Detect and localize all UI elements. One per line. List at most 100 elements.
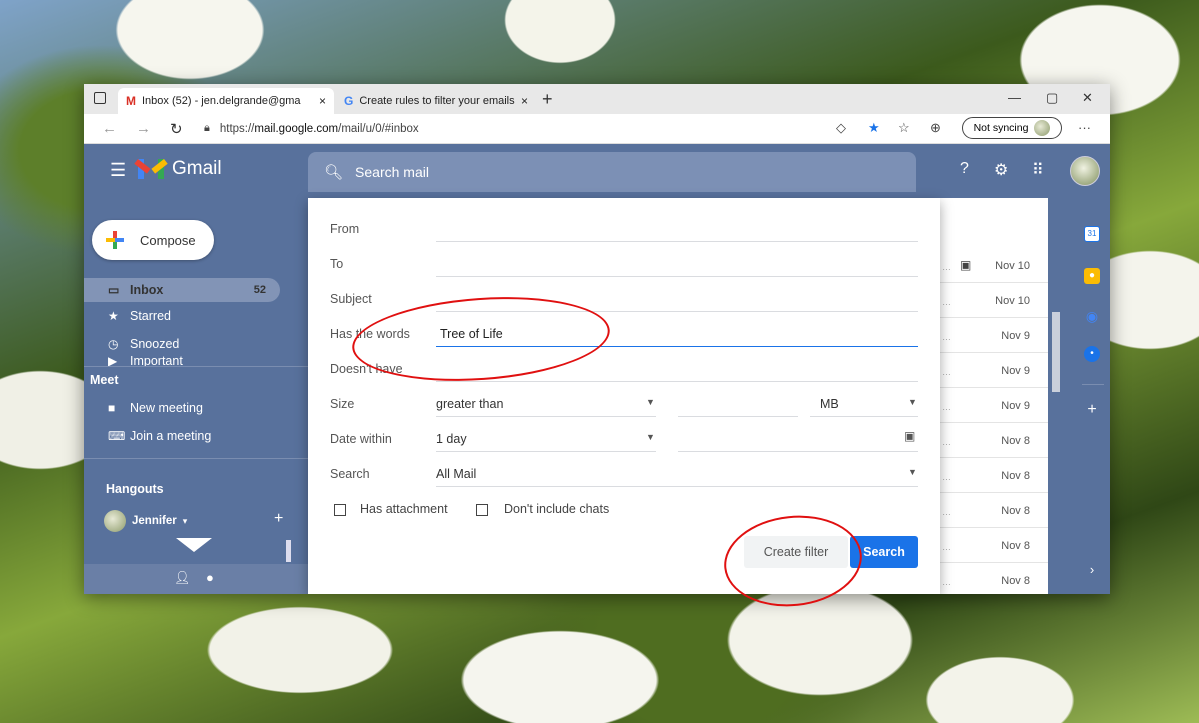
size-unit-select[interactable]: MB bbox=[820, 397, 839, 411]
search-bar[interactable]: 🔍︎ Search mail bbox=[308, 152, 916, 192]
back-icon[interactable]: ← bbox=[102, 120, 117, 137]
calendar-icon[interactable]: 31 bbox=[1084, 226, 1100, 242]
has-words-field[interactable] bbox=[436, 345, 918, 347]
menu-icon[interactable]: ☰ bbox=[110, 160, 126, 181]
dont-include-chats-checkbox[interactable] bbox=[476, 504, 488, 516]
sidebar-item-label: Starred bbox=[130, 309, 171, 323]
size-value-field[interactable] bbox=[678, 416, 798, 417]
chevron-down-icon[interactable]: ▼ bbox=[646, 432, 655, 442]
chat-bubble-icon[interactable]: ● bbox=[206, 570, 214, 585]
tab-title: Create rules to filter your emails bbox=[359, 95, 515, 107]
mail-list-scrollbar[interactable] bbox=[1052, 312, 1060, 392]
sync-label: Not syncing bbox=[973, 122, 1029, 134]
next-page-icon[interactable]: › bbox=[998, 222, 1002, 234]
list-item[interactable]: … Nov 8 bbox=[940, 528, 1048, 563]
search-scope-select[interactable]: All Mail bbox=[436, 467, 476, 481]
account-avatar[interactable] bbox=[1070, 156, 1100, 186]
gmail-header: ☰ Gmail 🔍︎ Search mail ? ⚙ ⠿ bbox=[84, 144, 1110, 198]
list-item[interactable]: … Nov 9 bbox=[940, 318, 1048, 353]
star-icon[interactable]: ★ bbox=[868, 120, 880, 136]
list-item[interactable]: … Nov 10 bbox=[940, 283, 1048, 318]
sidebar-item-label: Inbox bbox=[130, 283, 164, 297]
mail-date: Nov 10 bbox=[995, 295, 1030, 307]
date-field[interactable] bbox=[678, 451, 918, 452]
star-icon: ★ bbox=[108, 309, 119, 323]
search-scope-label: Search bbox=[330, 467, 370, 481]
tab-close-icon[interactable]: × bbox=[319, 94, 326, 108]
mail-date: Nov 8 bbox=[1001, 435, 1030, 447]
favorites-icon[interactable]: ☆ bbox=[898, 120, 910, 136]
new-tab-button[interactable]: + bbox=[542, 89, 553, 110]
more-icon[interactable]: ··· bbox=[1078, 120, 1091, 135]
chevron-down-icon[interactable]: ▾ bbox=[183, 516, 188, 527]
minimize-icon[interactable]: — bbox=[1008, 90, 1021, 105]
list-item[interactable]: … ▣ Nov 10 bbox=[940, 248, 1048, 283]
tasks-icon[interactable]: ◉ bbox=[1084, 308, 1100, 324]
search-button[interactable]: Search bbox=[850, 536, 918, 568]
chevron-down-icon[interactable]: ▼ bbox=[908, 467, 917, 477]
has-words-value[interactable]: Tree of Life bbox=[440, 327, 503, 341]
list-item[interactable]: … Nov 8 bbox=[940, 563, 1048, 594]
refresh-icon[interactable]: ↻ bbox=[170, 120, 183, 138]
url-field[interactable]: 🔒︎ https://mail.google.com/mail/u/0/#inb… bbox=[204, 118, 884, 139]
close-window-icon[interactable]: ✕ bbox=[1082, 90, 1093, 106]
sidebar-item-snoozed[interactable]: ◷ Snoozed bbox=[84, 332, 280, 356]
search-icon[interactable]: 🔍︎ bbox=[324, 163, 343, 181]
has-words-label: Has the words bbox=[330, 327, 410, 341]
apps-grid-icon[interactable]: ⠿ bbox=[1032, 160, 1044, 180]
hangouts-bubble-icon bbox=[176, 538, 212, 552]
tab-gmail-inbox[interactable]: M Inbox (52) - jen.delgrande@gma × bbox=[118, 88, 334, 114]
meet-new-meeting[interactable]: ■ New meeting bbox=[84, 396, 280, 420]
contacts-icon[interactable]: 👤︎ bbox=[174, 570, 191, 586]
chevron-down-icon[interactable]: ▼ bbox=[646, 397, 655, 407]
from-field[interactable] bbox=[436, 241, 918, 242]
sidebar-item-inbox[interactable]: ▭ Inbox 52 bbox=[84, 278, 280, 302]
reader-view-icon[interactable]: ◇ bbox=[836, 120, 846, 136]
hangouts-user[interactable]: Jennifer ▾ bbox=[104, 510, 187, 532]
sidebar-item-important[interactable]: ▶ Important bbox=[84, 356, 280, 366]
sidebar-item-starred[interactable]: ★ Starred bbox=[84, 304, 280, 328]
list-item[interactable]: … Nov 9 bbox=[940, 388, 1048, 423]
contacts-icon[interactable]: • bbox=[1084, 346, 1100, 362]
list-item[interactable]: … Nov 8 bbox=[940, 458, 1048, 493]
doesnt-have-field[interactable] bbox=[436, 381, 918, 382]
expand-panel-icon[interactable]: › bbox=[1084, 562, 1100, 578]
profile-sync-button[interactable]: Not syncing bbox=[962, 117, 1062, 139]
create-filter-button[interactable]: Create filter bbox=[744, 536, 848, 568]
mail-date: Nov 9 bbox=[1001, 400, 1030, 412]
size-operator-select[interactable]: greater than bbox=[436, 397, 503, 411]
to-field[interactable] bbox=[436, 276, 918, 277]
prev-page-icon[interactable]: ‹ bbox=[976, 222, 980, 234]
divider bbox=[84, 366, 308, 367]
compose-button[interactable]: Compose bbox=[92, 220, 214, 260]
forward-icon[interactable]: → bbox=[136, 120, 151, 137]
list-item[interactable]: … Nov 8 bbox=[940, 423, 1048, 458]
tab-close-icon[interactable]: × bbox=[521, 94, 528, 108]
add-hangout-icon[interactable]: + bbox=[274, 510, 283, 528]
clock-icon: ◷ bbox=[108, 337, 119, 351]
chevron-down-icon[interactable]: ▼ bbox=[908, 397, 917, 407]
list-item[interactable]: … Nov 9 bbox=[940, 353, 1048, 388]
settings-gear-icon[interactable]: ⚙ bbox=[994, 160, 1008, 180]
calendar-icon[interactable]: ▣ bbox=[904, 429, 915, 443]
meet-join-meeting[interactable]: ⌨ Join a meeting bbox=[84, 424, 280, 448]
sidebar-bottom-bar: 👤︎ ● bbox=[84, 564, 308, 594]
has-words-row: Has the words Tree of Life bbox=[330, 321, 918, 347]
sidebar-scrollbar[interactable] bbox=[286, 540, 291, 562]
date-within-select[interactable]: 1 day bbox=[436, 432, 467, 446]
tab-create-rules[interactable]: G Create rules to filter your emails × bbox=[336, 88, 536, 114]
add-addon-icon[interactable]: + bbox=[1084, 402, 1100, 418]
workspaces-icon[interactable] bbox=[94, 92, 106, 104]
keep-icon[interactable]: ● bbox=[1084, 268, 1100, 284]
video-camera-icon: ■ bbox=[108, 401, 116, 415]
search-placeholder: Search mail bbox=[355, 164, 429, 180]
has-attachment-checkbox[interactable] bbox=[334, 504, 346, 516]
user-avatar bbox=[104, 510, 126, 532]
gmail-logo[interactable]: Gmail bbox=[134, 158, 222, 180]
collections-icon[interactable]: ⊕ bbox=[930, 120, 941, 136]
mail-date: Nov 8 bbox=[1001, 540, 1030, 552]
list-item[interactable]: … Nov 8 bbox=[940, 493, 1048, 528]
maximize-icon[interactable]: ▢ bbox=[1046, 90, 1058, 106]
subject-field[interactable] bbox=[436, 311, 918, 312]
help-icon[interactable]: ? bbox=[960, 160, 969, 178]
